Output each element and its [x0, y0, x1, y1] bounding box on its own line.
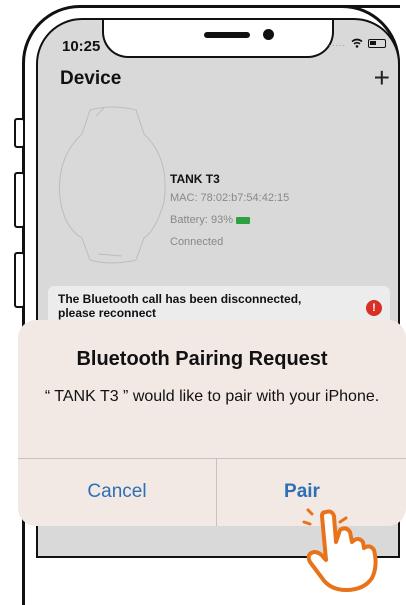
- battery-status-icon: [368, 38, 386, 48]
- device-name: TANK T3: [170, 172, 220, 186]
- banner-text: The Bluetooth call has been disconnected…: [58, 292, 302, 320]
- device-battery-label: Battery: 93%: [170, 214, 233, 226]
- device-battery: Battery: 93%: [170, 214, 250, 226]
- pairing-dialog: Bluetooth Pairing Request “ TANK T3 ” wo…: [18, 320, 406, 526]
- speaker: [204, 32, 250, 38]
- hand-pointer-icon: [302, 508, 378, 592]
- battery-level-icon: [235, 216, 250, 224]
- side-button-volume-down: [14, 252, 25, 308]
- notch: [102, 20, 334, 58]
- alert-icon: !: [366, 300, 382, 316]
- wifi-icon: [351, 38, 363, 48]
- device-mac: MAC: 78:02:b7:54:42:15: [170, 192, 290, 204]
- cancel-button[interactable]: Cancel: [18, 458, 216, 526]
- add-device-button[interactable]: +: [374, 64, 390, 92]
- device-connection-status: Connected: [170, 236, 224, 248]
- side-button-volume-up: [14, 172, 25, 228]
- watch-image: [58, 106, 166, 264]
- status-bar: 10:25 .....: [38, 20, 398, 64]
- status-time: 10:25: [62, 38, 101, 55]
- dialog-message: “ TANK T3 ” would like to pair with your…: [44, 388, 380, 405]
- signal-icon: .....: [328, 38, 346, 48]
- status-icons: .....: [328, 38, 386, 48]
- page-title: Device: [60, 68, 122, 89]
- camera: [263, 29, 274, 40]
- side-button-mute: [14, 118, 25, 148]
- dialog-title: Bluetooth Pairing Request: [76, 348, 328, 370]
